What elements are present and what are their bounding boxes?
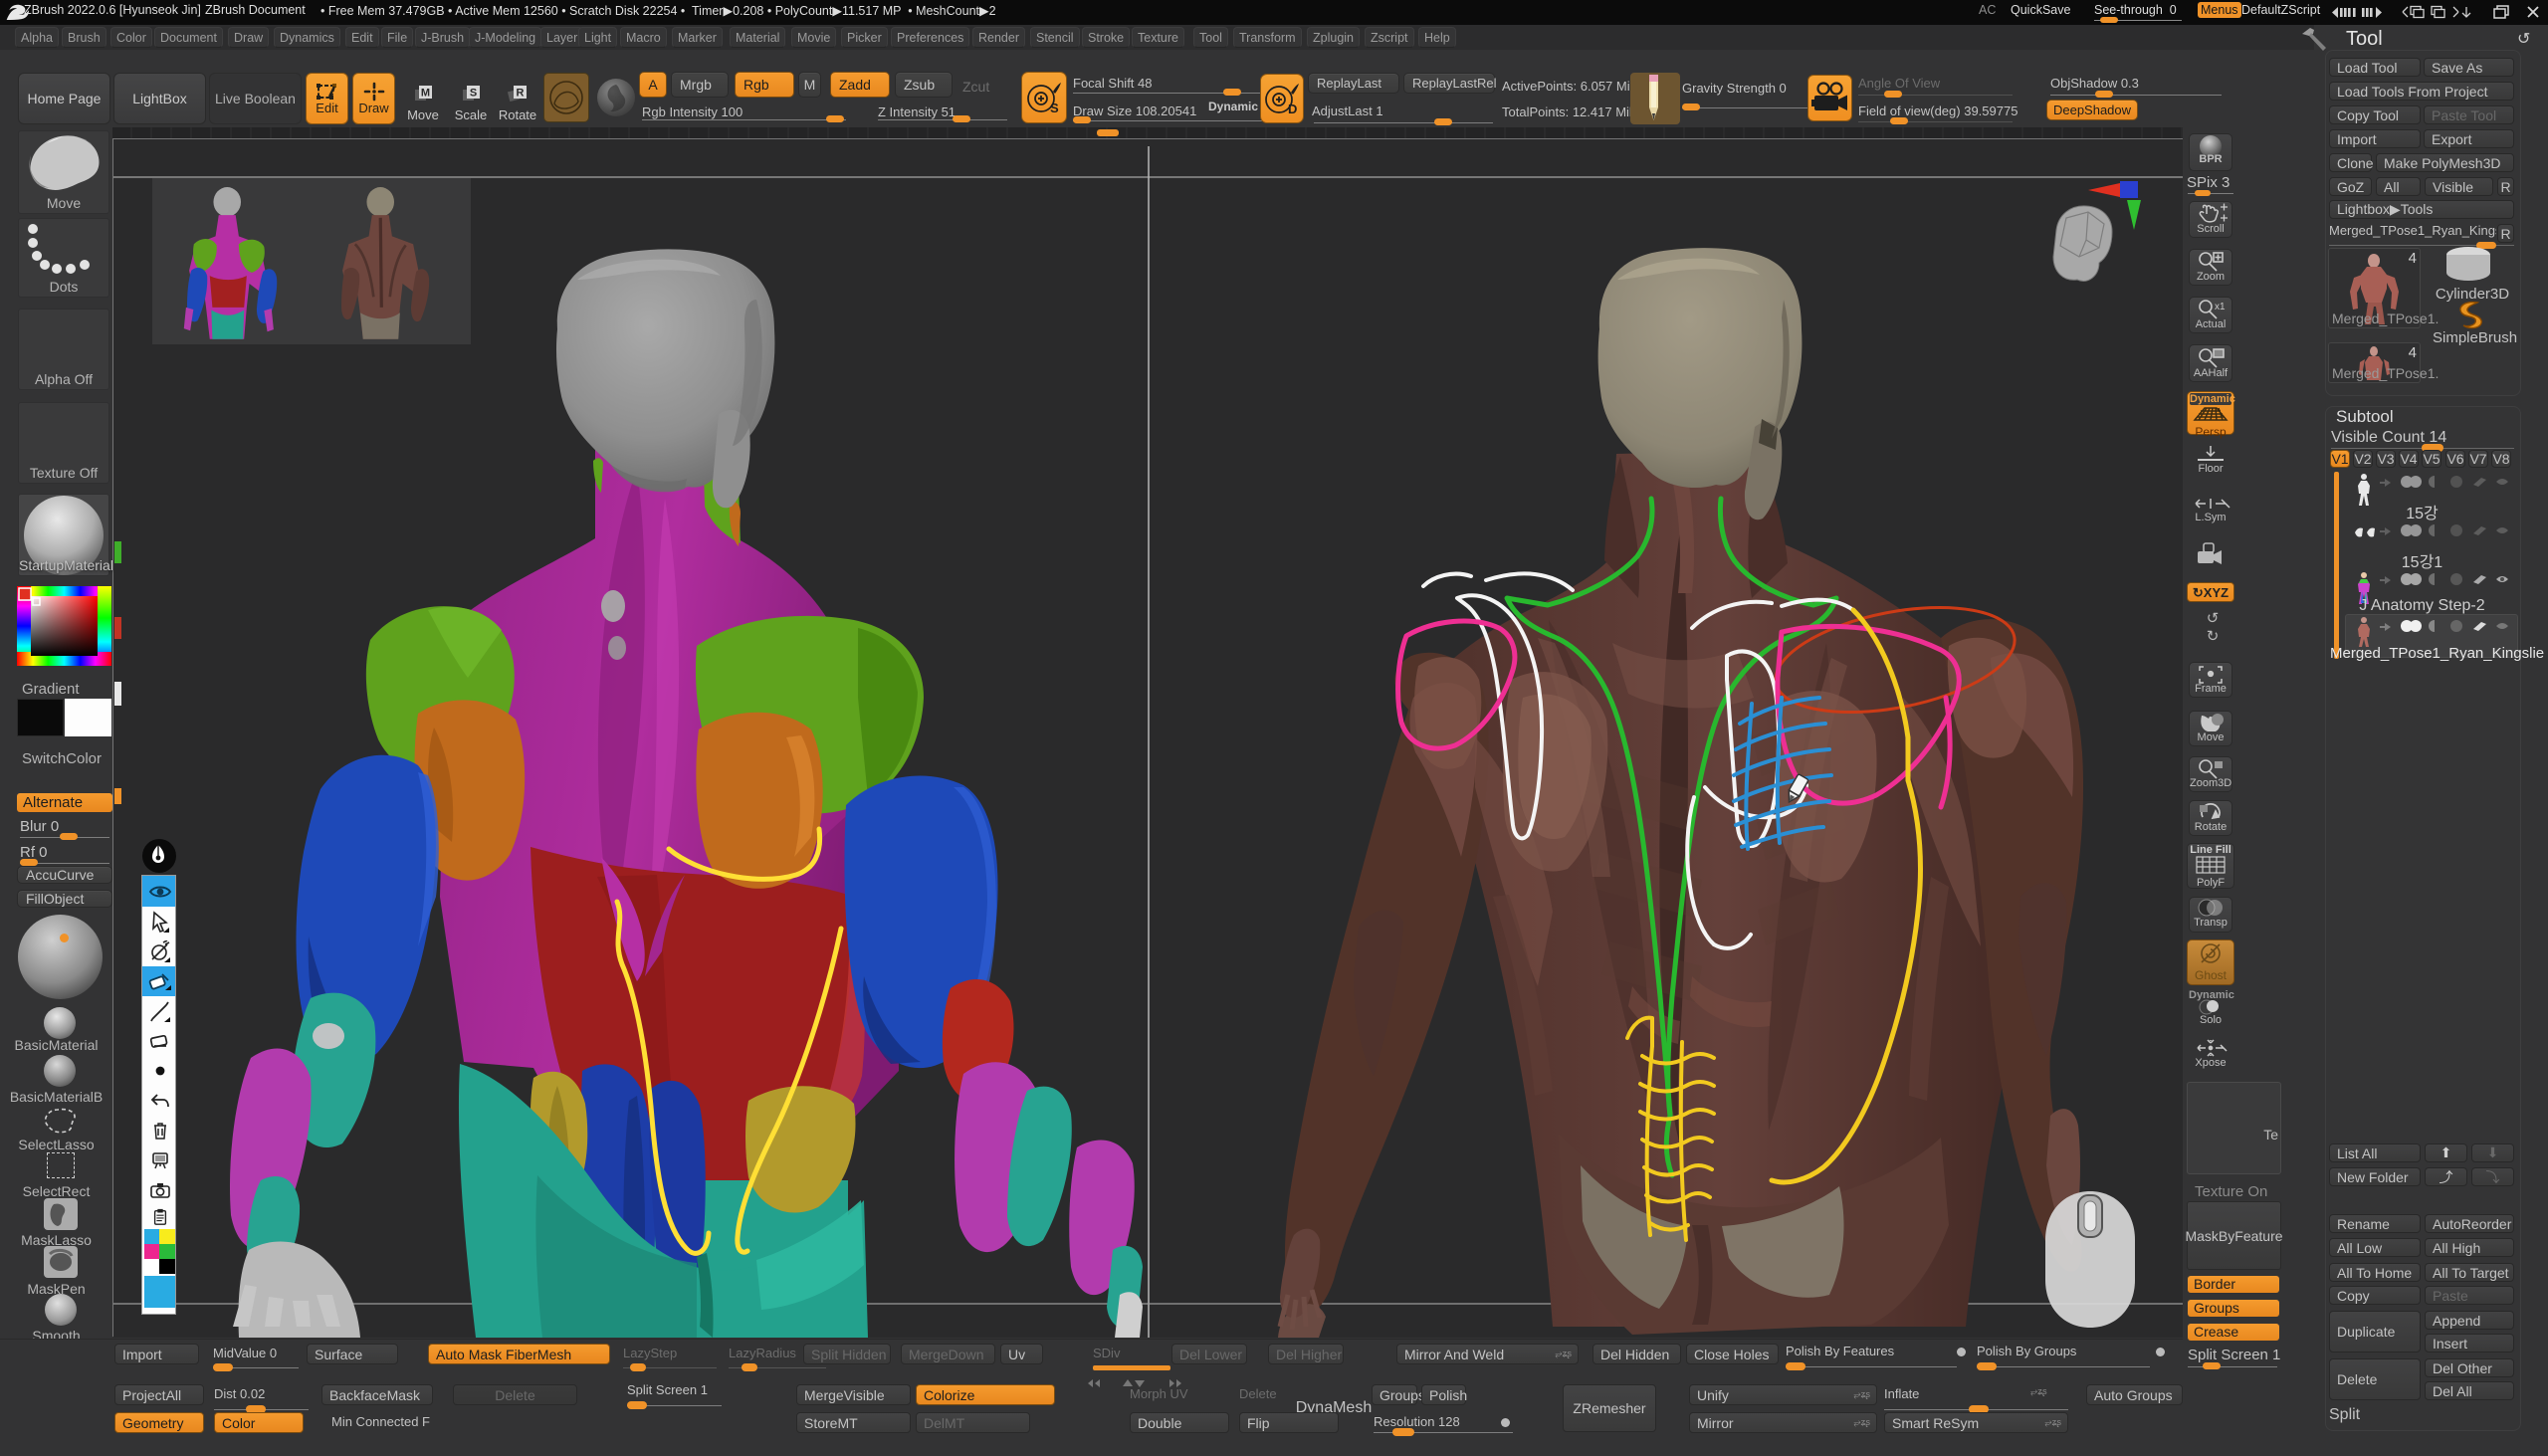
svg-text:R: R	[517, 88, 525, 100]
svg-text:S: S	[1050, 101, 1059, 115]
svg-text:S: S	[469, 88, 476, 100]
svg-text:D: D	[1288, 102, 1297, 116]
svg-text:x1: x1	[2215, 302, 2226, 312]
svg-text:M: M	[420, 88, 429, 100]
